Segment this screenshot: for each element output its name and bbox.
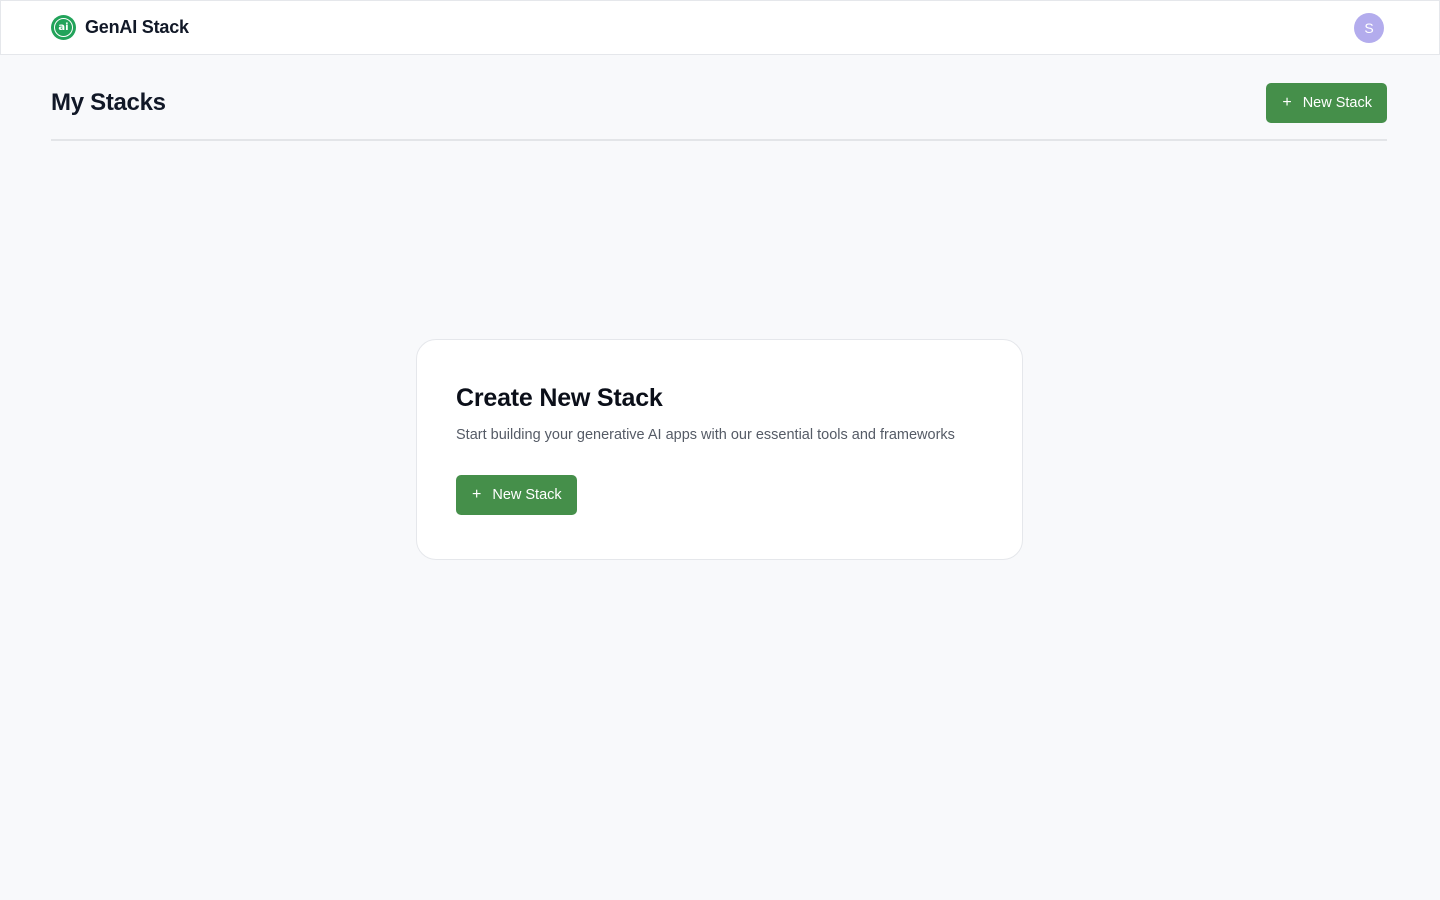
brand-name: GenAI Stack [85, 17, 189, 37]
brand[interactable]: ai GenAI Stack [51, 15, 189, 40]
card-new-stack-button-label: New Stack [492, 487, 562, 503]
top-navbar: ai GenAI Stack S [0, 0, 1440, 55]
user-avatar[interactable]: S [1354, 13, 1384, 43]
card-new-stack-button[interactable]: + New Stack [456, 475, 577, 515]
logo-icon: ai [51, 15, 76, 40]
create-stack-card: Create New Stack Start building your gen… [416, 339, 1023, 560]
card-description: Start building your generative AI apps w… [456, 427, 955, 443]
new-stack-button[interactable]: + New Stack [1266, 83, 1387, 123]
page-title: My Stacks [51, 89, 166, 116]
plus-icon: + [1282, 94, 1292, 111]
logo-text: ai [54, 18, 73, 37]
new-stack-button-label: New Stack [1302, 95, 1372, 111]
card-title: Create New Stack [456, 384, 663, 412]
page-header: My Stacks + New Stack [51, 83, 1387, 141]
plus-icon: + [472, 486, 482, 503]
